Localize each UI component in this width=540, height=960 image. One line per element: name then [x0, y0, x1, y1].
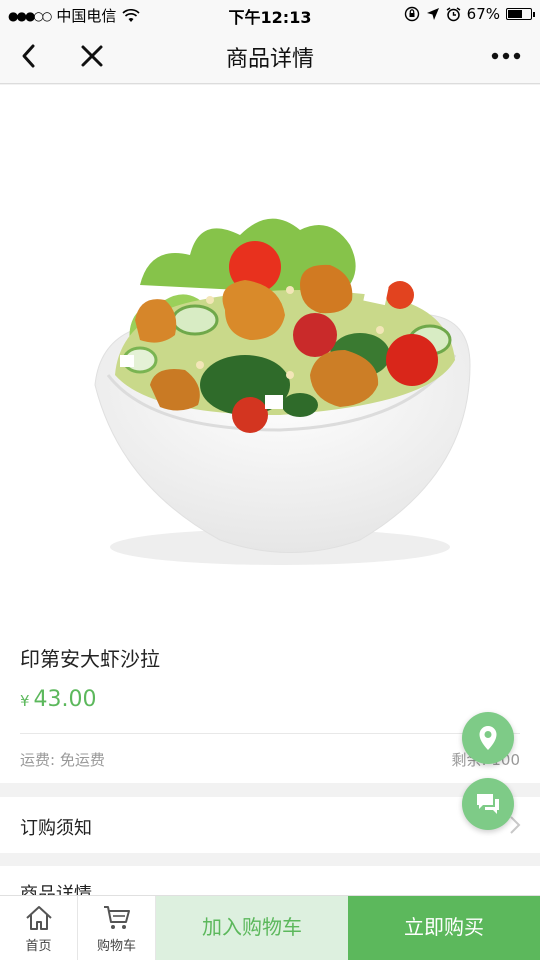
price: ¥ 43.00: [20, 687, 97, 712]
alarm-icon: [446, 6, 461, 21]
chevron-right-icon: [510, 816, 521, 834]
location-button[interactable]: [462, 712, 514, 764]
nav-bar: 商品详情: [0, 28, 540, 84]
battery-fill: [508, 10, 523, 18]
shipping-fee: 运费: 免运费: [20, 751, 105, 769]
shopping-cart-icon: [103, 906, 130, 929]
currency-symbol: ¥: [20, 692, 30, 710]
buy-now-button[interactable]: 立即购买: [348, 896, 540, 960]
product-name: 印第安大虾沙拉: [20, 647, 160, 671]
cart-tab[interactable]: 购物车: [78, 896, 156, 960]
status-right: 67%: [404, 5, 535, 23]
order-notice-label: 订购须知: [20, 818, 92, 839]
home-label: 首页: [25, 939, 52, 954]
cart-label: 购物车: [96, 939, 136, 954]
product-info: 印第安大虾沙拉 ¥ 43.00 运费: 免运费 剩余: 100: [0, 615, 540, 783]
home-icon: [25, 906, 52, 930]
product-image: [0, 85, 540, 615]
battery-percent: 67%: [466, 5, 500, 23]
add-to-cart-button[interactable]: 加入购物车: [156, 896, 348, 960]
price-value: 43.00: [33, 687, 97, 712]
rotation-lock-icon: [404, 6, 419, 22]
home-tab[interactable]: 首页: [0, 896, 78, 960]
location-pin-icon: [479, 726, 497, 750]
chat-bubbles-icon: [477, 794, 499, 814]
more-icon[interactable]: [488, 40, 524, 72]
salad-bowl-illustration: [94, 218, 471, 565]
page-title: 商品详情: [225, 47, 314, 72]
order-notice-row[interactable]: 订购须知: [0, 797, 540, 853]
battery-icon: [506, 8, 535, 20]
status-bar: ●●●○○ 中国电信 下午12:13 67%: [0, 0, 540, 28]
chat-button[interactable]: [462, 778, 514, 830]
bottom-action-bar: 首页 购物车 加入购物车 立即购买: [0, 895, 540, 960]
divider: [20, 733, 520, 734]
location-arrow-icon: [426, 8, 439, 20]
screen: ●●●○○ 中国电信 下午12:13 67% 商品详情 印第安大虾沙拉 ¥ 43…: [0, 0, 540, 960]
